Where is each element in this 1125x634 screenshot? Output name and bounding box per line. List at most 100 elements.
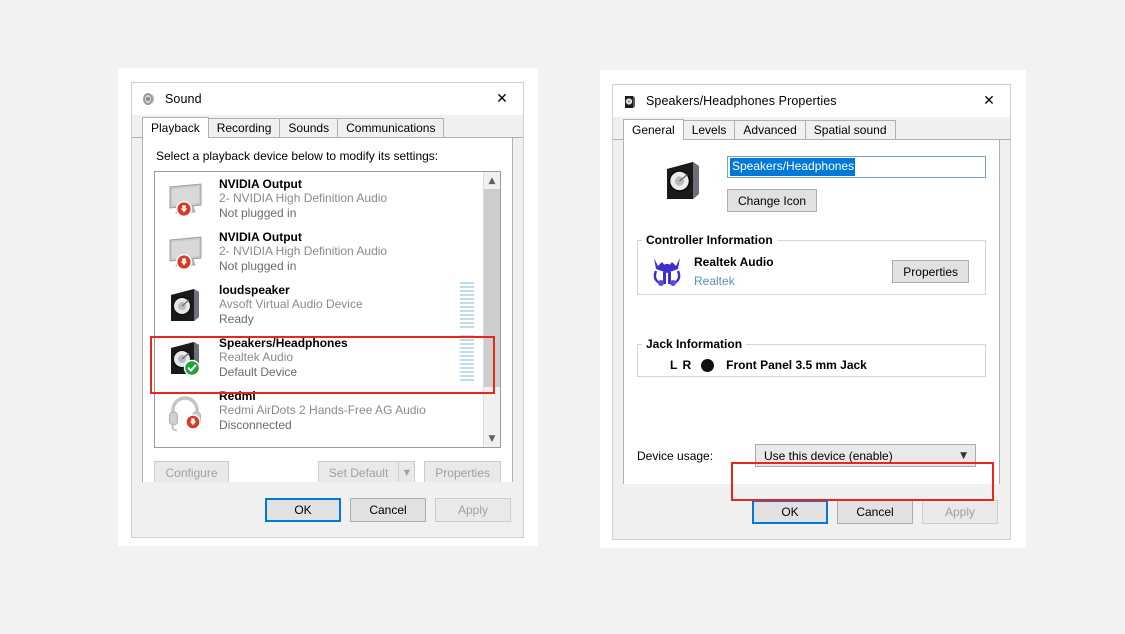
device-state: Not plugged in bbox=[219, 258, 297, 273]
device-state: Ready bbox=[219, 311, 254, 326]
controller-name: Realtek Audio bbox=[694, 255, 774, 269]
ok-button[interactable]: OK bbox=[752, 499, 828, 524]
device-sub: Avsoft Virtual Audio Device bbox=[219, 297, 363, 312]
device-state: Disconnected bbox=[219, 417, 292, 432]
props-title-text: Speakers/Headphones Properties bbox=[646, 94, 837, 108]
jack-dot-icon bbox=[701, 358, 715, 372]
jack-information-legend: Jack Information bbox=[646, 337, 743, 351]
controller-text: Realtek Audio Realtek bbox=[694, 253, 892, 290]
device-name: NVIDIA Output bbox=[219, 229, 302, 244]
general-tab-page: Speakers/Headphones Change Icon Controll… bbox=[623, 140, 1000, 518]
properties-button[interactable]: Properties bbox=[424, 461, 501, 484]
tab-playback[interactable]: Playback bbox=[142, 117, 209, 138]
set-default-split-button[interactable]: Set Default ▼ bbox=[317, 461, 416, 484]
controller-properties-button[interactable]: Properties bbox=[892, 260, 969, 284]
sound-footer: OK Cancel Apply bbox=[132, 482, 523, 537]
close-icon[interactable]: ✕ bbox=[968, 85, 1010, 117]
device-usage-row: Device usage: Use this device (enable) ▼ bbox=[637, 444, 986, 467]
device-usage-select[interactable]: Use this device (enable) ▼ bbox=[755, 444, 976, 467]
cancel-button[interactable]: Cancel bbox=[837, 499, 913, 524]
tab-sounds[interactable]: Sounds bbox=[279, 118, 339, 137]
configure-button[interactable]: Configure bbox=[154, 461, 229, 484]
device-name-input[interactable]: Speakers/Headphones bbox=[727, 156, 986, 178]
device-name: loudspeaker bbox=[219, 282, 290, 297]
device-name: NVIDIA Output bbox=[219, 176, 302, 191]
device-state: Default Device bbox=[219, 364, 298, 379]
list-item-speakers-headphones[interactable]: Speakers/Headphones Realtek Audio Defaul… bbox=[155, 331, 483, 384]
device-usage-value: Use this device (enable) bbox=[764, 448, 893, 463]
jack-row: L R Front Panel 3.5 mm Jack bbox=[638, 351, 985, 372]
volume-meter bbox=[460, 281, 474, 328]
apply-button[interactable]: Apply bbox=[435, 497, 511, 522]
jack-information-group: Jack Information L R Front Panel 3.5 mm … bbox=[637, 337, 986, 377]
props-footer: OK Cancel Apply bbox=[613, 484, 1010, 539]
device-sub: Redmi AirDots 2 Hands-Free AG Audio bbox=[219, 403, 426, 418]
speakers-headphones-properties-dialog: Speakers/Headphones Properties ✕ General… bbox=[612, 84, 1011, 540]
jack-channels: L R bbox=[670, 358, 693, 372]
speaker-icon bbox=[141, 91, 157, 107]
sound-title-text: Sound bbox=[165, 92, 202, 106]
speaker-properties-icon bbox=[622, 93, 638, 109]
controller-vendor[interactable]: Realtek bbox=[694, 272, 892, 291]
playback-action-buttons: Configure Set Default ▼ Properties bbox=[154, 461, 501, 484]
tab-general[interactable]: General bbox=[623, 119, 684, 140]
device-name-column: Speakers/Headphones Change Icon bbox=[727, 154, 986, 212]
device-sub: 2- NVIDIA High Definition Audio bbox=[219, 244, 388, 259]
scrollbar-thumb[interactable] bbox=[484, 189, 500, 387]
monitor-icon bbox=[164, 231, 206, 273]
tab-spatial-sound[interactable]: Spatial sound bbox=[804, 120, 896, 139]
device-name: Speakers/Headphones bbox=[219, 335, 348, 350]
scroll-up-icon[interactable]: ▲ bbox=[484, 172, 500, 189]
device-list[interactable]: NVIDIA Output 2- NVIDIA High Definition … bbox=[154, 171, 501, 448]
tab-advanced[interactable]: Advanced bbox=[734, 120, 806, 139]
chevron-down-icon[interactable]: ▼ bbox=[960, 451, 967, 461]
ok-button[interactable]: OK bbox=[265, 497, 341, 522]
realtek-logo-icon bbox=[650, 256, 684, 288]
controller-information-group: Controller Information Realtek Audio Rea… bbox=[637, 233, 986, 295]
device-name-row: Speakers/Headphones Change Icon bbox=[637, 154, 986, 212]
monitor-icon bbox=[164, 178, 206, 220]
list-item[interactable]: NVIDIA Output 2- NVIDIA High Definition … bbox=[155, 225, 483, 278]
apply-button[interactable]: Apply bbox=[922, 499, 998, 524]
list-item-text: NVIDIA Output 2- NVIDIA High Definition … bbox=[219, 177, 460, 221]
list-item[interactable]: NVIDIA Output 2- NVIDIA High Definition … bbox=[155, 172, 483, 225]
controller-information-legend: Controller Information bbox=[646, 233, 773, 247]
device-name: Redmi bbox=[219, 388, 256, 403]
chevron-down-icon[interactable]: ▼ bbox=[398, 461, 416, 484]
speaker-box-icon bbox=[659, 156, 707, 204]
props-titlebar: Speakers/Headphones Properties ✕ bbox=[613, 85, 1010, 117]
tab-levels[interactable]: Levels bbox=[682, 120, 736, 139]
list-item[interactable]: loudspeaker Avsoft Virtual Audio Device … bbox=[155, 278, 483, 331]
headset-icon bbox=[164, 390, 206, 432]
jack-text: Front Panel 3.5 mm Jack bbox=[726, 358, 867, 372]
device-list-inner: NVIDIA Output 2- NVIDIA High Definition … bbox=[155, 172, 483, 447]
volume-meter bbox=[460, 334, 474, 381]
playback-tab-page: Select a playback device below to modify… bbox=[142, 138, 513, 493]
list-item-text: loudspeaker Avsoft Virtual Audio Device … bbox=[219, 283, 460, 327]
list-item-text: NVIDIA Output 2- NVIDIA High Definition … bbox=[219, 230, 460, 274]
device-state: Not plugged in bbox=[219, 205, 297, 220]
device-usage-label: Device usage: bbox=[637, 448, 714, 463]
close-icon[interactable]: ✕ bbox=[481, 83, 523, 115]
list-item-text: Speakers/Headphones Realtek Audio Defaul… bbox=[219, 336, 460, 380]
change-icon-button[interactable]: Change Icon bbox=[727, 189, 818, 212]
sound-tabstrip: Playback Recording Sounds Communications bbox=[132, 117, 523, 138]
speaker-box-icon bbox=[164, 337, 206, 379]
tab-recording[interactable]: Recording bbox=[207, 118, 281, 137]
controller-row: Realtek Audio Realtek Properties bbox=[638, 247, 985, 290]
playback-hint: Select a playback device below to modify… bbox=[156, 149, 439, 163]
cancel-button[interactable]: Cancel bbox=[350, 497, 426, 522]
list-item[interactable]: Redmi Redmi AirDots 2 Hands-Free AG Audi… bbox=[155, 384, 483, 437]
list-item-text: Redmi Redmi AirDots 2 Hands-Free AG Audi… bbox=[219, 389, 460, 433]
scroll-down-icon[interactable]: ▼ bbox=[484, 430, 500, 447]
device-list-scrollbar[interactable]: ▲ ▼ bbox=[483, 172, 500, 447]
device-sub: Realtek Audio bbox=[219, 350, 294, 365]
tab-communications[interactable]: Communications bbox=[337, 118, 445, 137]
sound-dialog: Sound ✕ Playback Recording Sounds Commun… bbox=[131, 82, 524, 538]
set-default-button[interactable]: Set Default bbox=[317, 461, 399, 484]
device-sub: 2- NVIDIA High Definition Audio bbox=[219, 191, 388, 206]
speaker-box-icon bbox=[164, 284, 206, 326]
sound-titlebar: Sound ✕ bbox=[132, 83, 523, 115]
device-name-value: Speakers/Headphones bbox=[730, 158, 856, 176]
props-tabstrip: General Levels Advanced Spatial sound bbox=[613, 119, 1010, 140]
